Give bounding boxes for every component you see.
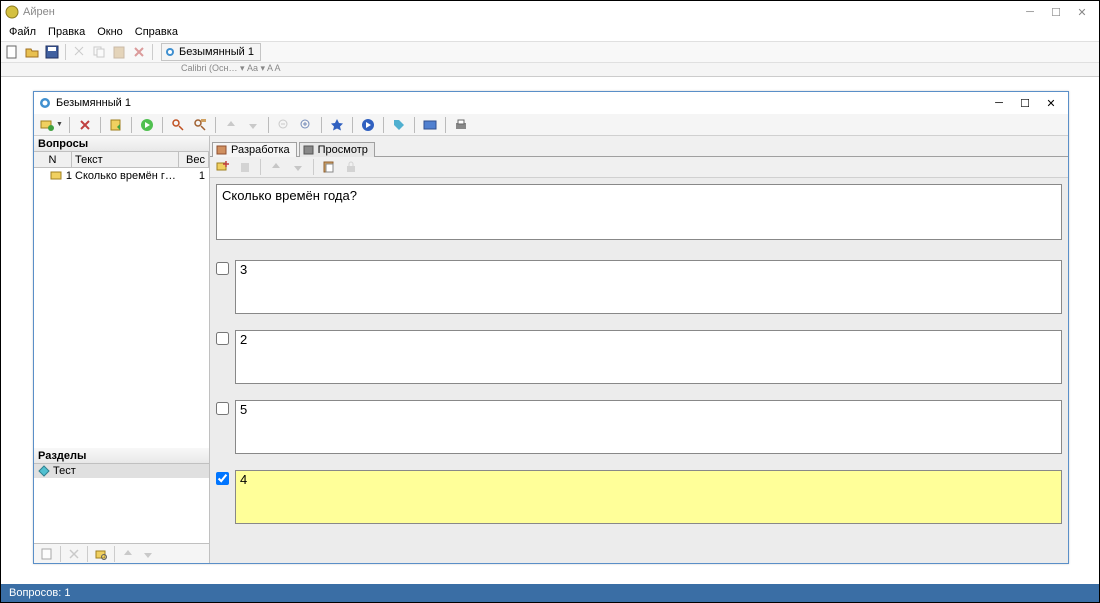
tabs-row: Разработка Просмотр — [210, 136, 1068, 156]
open-icon[interactable] — [23, 43, 41, 61]
section-up-icon[interactable] — [119, 545, 137, 563]
right-panel: Разработка Просмотр Сколько времён года? — [210, 136, 1068, 563]
menu-help[interactable]: Справка — [131, 26, 182, 38]
tab-dev-icon — [216, 144, 228, 156]
answers-toolbar — [210, 156, 1068, 178]
zoom-in-icon[interactable] — [297, 116, 315, 134]
questions-table-body: 1 Сколько времён г… 1 — [34, 168, 209, 448]
editor-area: Сколько времён года? 3 2 5 4 — [210, 178, 1068, 563]
new-question-icon[interactable] — [38, 116, 56, 134]
sections-toolbar — [34, 543, 209, 563]
answer-row: 2 — [216, 330, 1062, 384]
col-weight[interactable]: Вес — [179, 152, 209, 167]
add-answer-icon[interactable] — [214, 158, 232, 176]
move-down-icon[interactable] — [244, 116, 262, 134]
status-question-count: Вопросов: 1 — [9, 587, 70, 599]
favorite-icon[interactable] — [328, 116, 346, 134]
cut-icon[interactable] — [70, 43, 88, 61]
doc-tab-label: Безымянный 1 — [179, 46, 254, 58]
document-tab[interactable]: Безымянный 1 — [161, 43, 261, 61]
editor-toolbar: ▼ — [34, 114, 1068, 136]
hidden-format-toolbar: Calibri (Осн… ▾ Aa ▾ A A — [1, 63, 1099, 77]
paste-answer-icon[interactable] — [320, 158, 338, 176]
question-row-icon — [50, 170, 64, 182]
outer-title-bar: Айрен ─ ☐ ✕ — [1, 1, 1099, 23]
menu-window[interactable]: Окно — [93, 26, 127, 38]
main-toolbar: Безымянный 1 — [1, 41, 1099, 63]
import-icon[interactable] — [107, 116, 125, 134]
minimize-button[interactable]: ─ — [1017, 3, 1043, 21]
replace-icon[interactable] — [191, 116, 209, 134]
add-section-icon[interactable] — [38, 545, 56, 563]
section-icon — [38, 465, 50, 477]
sections-header: Разделы — [34, 448, 209, 464]
move-up-icon[interactable] — [222, 116, 240, 134]
lock-answer-icon[interactable] — [342, 158, 360, 176]
answer-up-icon[interactable] — [267, 158, 285, 176]
app-icon — [5, 5, 19, 19]
remove-answer-icon[interactable] — [236, 158, 254, 176]
menu-file[interactable]: Файл — [5, 26, 40, 38]
question-input[interactable]: Сколько времён года? — [216, 184, 1062, 240]
doc-tab-icon — [164, 46, 176, 58]
answer-down-icon[interactable] — [289, 158, 307, 176]
answer-input[interactable]: 2 — [235, 330, 1062, 384]
new-icon[interactable] — [3, 43, 21, 61]
sections-body: Тест — [34, 464, 209, 543]
section-down-icon[interactable] — [139, 545, 157, 563]
zoom-out-icon[interactable] — [275, 116, 293, 134]
tag-icon[interactable] — [390, 116, 408, 134]
app-title: Айрен — [23, 6, 55, 18]
questions-header: Вопросы — [34, 136, 209, 152]
tab-dev[interactable]: Разработка — [212, 142, 297, 157]
col-text[interactable]: Текст — [72, 152, 179, 167]
answer-row: 4 — [216, 470, 1062, 524]
left-panel: Вопросы N Текст Вес 1 Сколько времён г… … — [34, 136, 210, 563]
answer-checkbox[interactable] — [216, 472, 229, 485]
editor-window-icon — [38, 96, 52, 110]
menu-edit[interactable]: Правка — [44, 26, 89, 38]
editor-title-bar: Безымянный 1 ─ ☐ ✕ — [34, 92, 1068, 114]
editor-title: Безымянный 1 — [56, 97, 131, 109]
menu-bar: Файл Правка Окно Справка — [1, 23, 1099, 41]
col-n[interactable]: N — [34, 152, 72, 167]
answer-checkbox[interactable] — [216, 402, 229, 415]
answer-row: 3 — [216, 260, 1062, 314]
answer-checkbox[interactable] — [216, 262, 229, 275]
answer-checkbox[interactable] — [216, 332, 229, 345]
section-item[interactable]: Тест — [34, 464, 209, 478]
copy-icon[interactable] — [90, 43, 108, 61]
editor-minimize-button[interactable]: ─ — [986, 94, 1012, 112]
tab-preview-icon — [303, 144, 315, 156]
paste-icon[interactable] — [110, 43, 128, 61]
delete-section-icon[interactable] — [65, 545, 83, 563]
table-row[interactable]: 1 Сколько времён г… 1 — [34, 168, 209, 183]
print-icon[interactable] — [452, 116, 470, 134]
editor-close-button[interactable]: ✕ — [1038, 94, 1064, 112]
answer-input[interactable]: 5 — [235, 400, 1062, 454]
close-button[interactable]: ✕ — [1069, 3, 1095, 21]
delete-icon[interactable] — [130, 43, 148, 61]
section-props-icon[interactable] — [92, 545, 110, 563]
card-icon[interactable] — [421, 116, 439, 134]
editor-maximize-button[interactable]: ☐ — [1012, 94, 1038, 112]
play-icon[interactable] — [359, 116, 377, 134]
status-bar: Вопросов: 1 — [1, 584, 1099, 602]
maximize-button[interactable]: ☐ — [1043, 3, 1069, 21]
editor-window: Безымянный 1 ─ ☐ ✕ ▼ Во — [33, 91, 1069, 564]
answer-input[interactable]: 4 — [235, 470, 1062, 524]
answer-row: 5 — [216, 400, 1062, 454]
tab-preview[interactable]: Просмотр — [299, 142, 375, 157]
save-icon[interactable] — [43, 43, 61, 61]
find-icon[interactable] — [169, 116, 187, 134]
run-icon[interactable] — [138, 116, 156, 134]
answer-input[interactable]: 3 — [235, 260, 1062, 314]
questions-table-head: N Текст Вес — [34, 152, 209, 168]
delete-question-icon[interactable] — [76, 116, 94, 134]
